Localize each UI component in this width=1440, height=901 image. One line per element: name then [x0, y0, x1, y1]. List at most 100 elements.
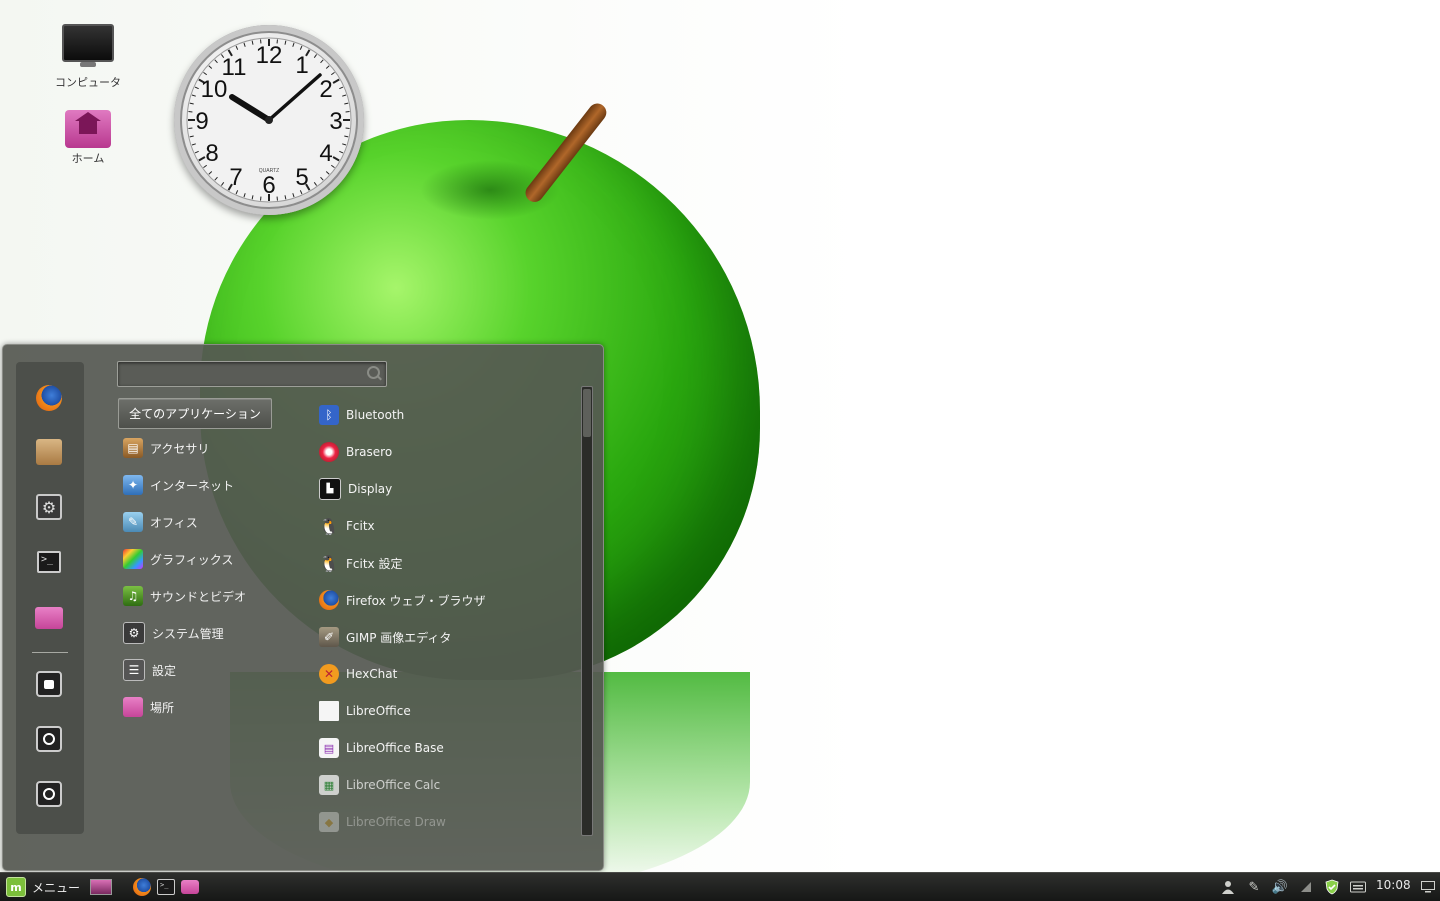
launcher-firefox[interactable] [132, 877, 152, 897]
app-libreoffice-calc[interactable]: ▦ LibreOffice Calc [319, 774, 440, 796]
category-settings[interactable]: ☰ 設定 [123, 659, 176, 681]
fav-system-settings-button[interactable]: ⚙ [33, 491, 65, 523]
desktop-computer-icon[interactable]: コンピュータ [48, 24, 128, 90]
app-gimp[interactable]: ✐ GIMP 画像エディタ [319, 626, 451, 648]
volume-icon[interactable]: 🔊 [1271, 878, 1289, 896]
app-libreoffice-draw[interactable]: ◆ LibreOffice Draw [319, 811, 446, 833]
app-bluetooth[interactable]: ᛒ Bluetooth [319, 404, 404, 426]
graphics-icon [123, 549, 143, 569]
category-label: インターネット [150, 477, 234, 494]
menu-search[interactable] [117, 361, 387, 387]
fav-files-button[interactable] [33, 602, 65, 634]
app-label: Firefox ウェブ・ブラウザ [346, 592, 486, 609]
category-label: 設定 [152, 662, 176, 679]
workspace-icon[interactable] [1419, 878, 1437, 896]
accessories-icon: ▤ [123, 438, 143, 458]
app-label: LibreOffice Calc [346, 778, 440, 792]
firefox-icon [36, 385, 62, 411]
display-icon: ▙ [319, 478, 341, 500]
shutdown-button[interactable] [33, 778, 65, 810]
app-label: Fcitx [346, 519, 375, 533]
clock-number-7: 7 [229, 164, 242, 191]
clock-number-6: 6 [262, 172, 275, 199]
search-icon [367, 366, 380, 379]
gimp-icon: ✐ [319, 627, 339, 647]
app-label: LibreOffice [346, 704, 411, 718]
folder-icon [35, 607, 63, 629]
category-office[interactable]: ✎ オフィス [123, 511, 198, 533]
clock-number-11: 11 [222, 54, 247, 81]
app-libreoffice-base[interactable]: ▤ LibreOffice Base [319, 737, 444, 759]
app-label: LibreOffice Draw [346, 815, 446, 829]
app-brasero[interactable]: Brasero [319, 441, 392, 463]
clock-number-5: 5 [295, 164, 308, 191]
category-label: グラフィックス [150, 551, 233, 568]
taskbar-clock[interactable]: 10:08 [1376, 878, 1411, 892]
category-places[interactable]: 場所 [123, 696, 174, 718]
brasero-icon [319, 442, 339, 462]
category-system-admin[interactable]: ⚙ システム管理 [123, 622, 224, 644]
folder-icon [181, 880, 199, 894]
network-icon[interactable] [1297, 878, 1315, 896]
mint-logo-icon: m [6, 877, 26, 897]
home-folder-icon [65, 110, 111, 148]
lock-screen-button[interactable] [33, 668, 65, 700]
show-desktop-button[interactable] [90, 877, 112, 897]
category-label: 場所 [150, 699, 174, 716]
system-settings-icon: ⚙ [36, 494, 62, 520]
user-icon[interactable] [1219, 878, 1237, 896]
app-label: Brasero [346, 445, 392, 459]
clock-brand: QUARTZ [259, 168, 279, 174]
app-display[interactable]: ▙ Display [319, 478, 392, 500]
category-all-applications[interactable]: 全てのアプリケーション [118, 398, 272, 429]
computer-icon [62, 24, 114, 62]
office-icon: ✎ [123, 512, 143, 532]
app-firefox[interactable]: Firefox ウェブ・ブラウザ [319, 589, 486, 611]
favorites-bar: ⚙ >_ [16, 362, 84, 834]
app-libreoffice[interactable]: LibreOffice [319, 700, 411, 722]
pen-icon[interactable]: ✎ [1245, 878, 1263, 896]
app-fcitx-settings[interactable]: 🐧 Fcitx 設定 [319, 552, 402, 574]
logout-button[interactable] [33, 723, 65, 755]
bluetooth-icon: ᛒ [319, 405, 339, 425]
logout-icon [36, 726, 62, 752]
app-label: Bluetooth [346, 408, 404, 422]
desktop-home-icon[interactable]: ホーム [48, 110, 128, 166]
fav-terminal-button[interactable]: >_ [33, 546, 65, 578]
app-label: GIMP 画像エディタ [346, 629, 451, 646]
launcher-files[interactable] [180, 877, 200, 897]
fcitx-icon: 🐧 [319, 516, 339, 536]
favorites-separator [32, 652, 68, 653]
apps-scrollbar[interactable] [581, 386, 593, 836]
desktop-icon-label: コンピュータ [48, 74, 128, 90]
app-hexchat[interactable]: ✕ HexChat [319, 663, 397, 685]
category-sound-video[interactable]: ♫ サウンドとビデオ [123, 585, 246, 607]
fcitx-settings-icon: 🐧 [319, 553, 339, 573]
launcher-terminal[interactable]: >_ [156, 877, 176, 897]
places-icon [123, 697, 143, 717]
category-accessories[interactable]: ▤ アクセサリ [123, 437, 209, 459]
category-label: システム管理 [152, 625, 224, 642]
terminal-icon: >_ [37, 551, 61, 573]
clock-number-12: 12 [256, 42, 283, 69]
application-menu: ⚙ >_ 全てのアプリケーション ▤ アクセサリ ✦ インターネット ✎ オフィ… [2, 344, 604, 871]
scrollbar-thumb[interactable] [583, 389, 591, 437]
search-input[interactable] [122, 364, 362, 384]
category-graphics[interactable]: グラフィックス [123, 548, 233, 570]
shield-icon[interactable] [1323, 878, 1341, 896]
terminal-icon: >_ [157, 879, 175, 895]
settings-icon: ☰ [123, 659, 145, 681]
menu-button[interactable]: m メニュー [6, 877, 80, 897]
firefox-icon [133, 878, 151, 896]
keyboard-icon[interactable] [1349, 878, 1367, 896]
libreoffice-base-icon: ▤ [319, 738, 339, 758]
hexchat-icon: ✕ [319, 664, 339, 684]
app-fcitx[interactable]: 🐧 Fcitx [319, 515, 375, 537]
fav-firefox-button[interactable] [33, 382, 65, 414]
app-label: HexChat [346, 667, 397, 681]
libreoffice-calc-icon: ▦ [319, 775, 339, 795]
analog-clock-desklet[interactable]: 12 1 2 3 4 5 6 7 8 9 10 11 QUARTZ [174, 25, 364, 215]
category-internet[interactable]: ✦ インターネット [123, 474, 234, 496]
fav-software-manager-button[interactable] [33, 436, 65, 468]
libreoffice-icon [319, 701, 339, 721]
